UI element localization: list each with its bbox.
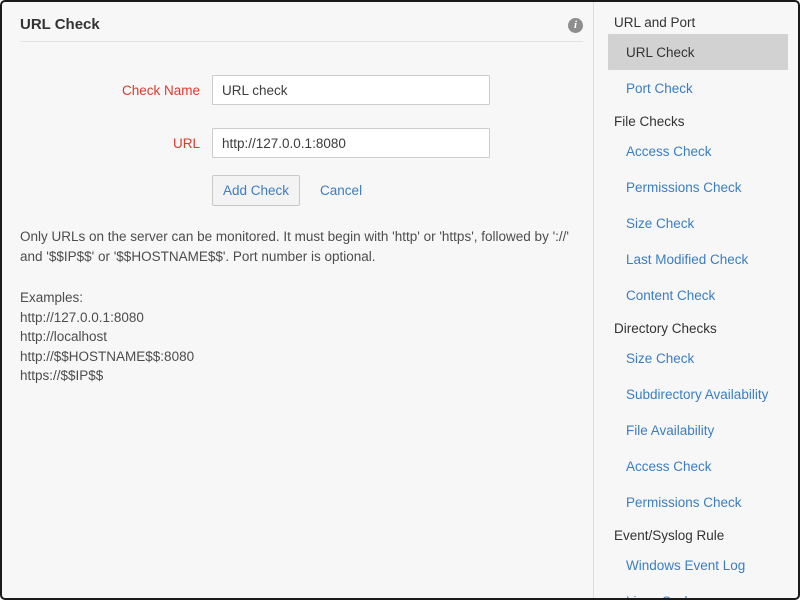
sidebar-nav: URL and Port URL Check Port Check File C… [593,2,798,598]
sidebar-item-file-access-check[interactable]: Access Check [608,133,788,169]
sidebar-item-linux-syslog[interactable]: Linux Syslog [608,583,788,598]
sidebar-item-url-check[interactable]: URL Check [608,34,788,70]
cancel-link[interactable]: Cancel [320,183,362,198]
example-line: http://localhost [20,327,585,347]
url-label: URL [2,136,200,151]
sidebar-item-dir-access-check[interactable]: Access Check [608,448,788,484]
sidebar-heading-directory-checks: Directory Checks [608,313,788,340]
sidebar-item-file-size-check[interactable]: Size Check [608,205,788,241]
check-name-input[interactable] [212,75,490,105]
sidebar-heading-file-checks: File Checks [608,106,788,133]
sidebar-item-content-check[interactable]: Content Check [608,277,788,313]
example-line: http://$$HOSTNAME$$:8080 [20,347,585,367]
sidebar-item-file-permissions-check[interactable]: Permissions Check [608,169,788,205]
sidebar-item-file-availability[interactable]: File Availability [608,412,788,448]
panel-header: URL Check i [20,16,583,42]
help-description: Only URLs on the server can be monitored… [20,227,585,267]
sidebar-item-subdirectory-availability[interactable]: Subdirectory Availability [608,376,788,412]
form-actions: Add Check Cancel [212,175,593,206]
examples-block: Examples: http://127.0.0.1:8080 http://l… [20,288,585,386]
page-title: URL Check [20,16,100,34]
url-row: URL [2,128,593,158]
example-line: http://127.0.0.1:8080 [20,308,585,328]
sidebar-item-windows-event-log[interactable]: Windows Event Log [608,547,788,583]
examples-heading: Examples: [20,288,585,308]
sidebar-item-dir-permissions-check[interactable]: Permissions Check [608,484,788,520]
check-name-label: Check Name [2,83,200,98]
url-input[interactable] [212,128,490,158]
check-name-row: Check Name [2,75,593,105]
app-window: URL Check i Check Name URL Add Check Can… [0,0,800,600]
sidebar-item-port-check[interactable]: Port Check [608,70,788,106]
sidebar-item-dir-size-check[interactable]: Size Check [608,340,788,376]
info-icon[interactable]: i [568,18,583,33]
example-line: https://$$IP$$ [20,366,585,386]
sidebar-item-last-modified-check[interactable]: Last Modified Check [608,241,788,277]
add-check-button[interactable]: Add Check [212,175,300,206]
main-panel: URL Check i Check Name URL Add Check Can… [2,2,593,598]
sidebar-heading-url-and-port: URL and Port [608,7,788,34]
sidebar-heading-event-syslog-rule: Event/Syslog Rule [608,520,788,547]
